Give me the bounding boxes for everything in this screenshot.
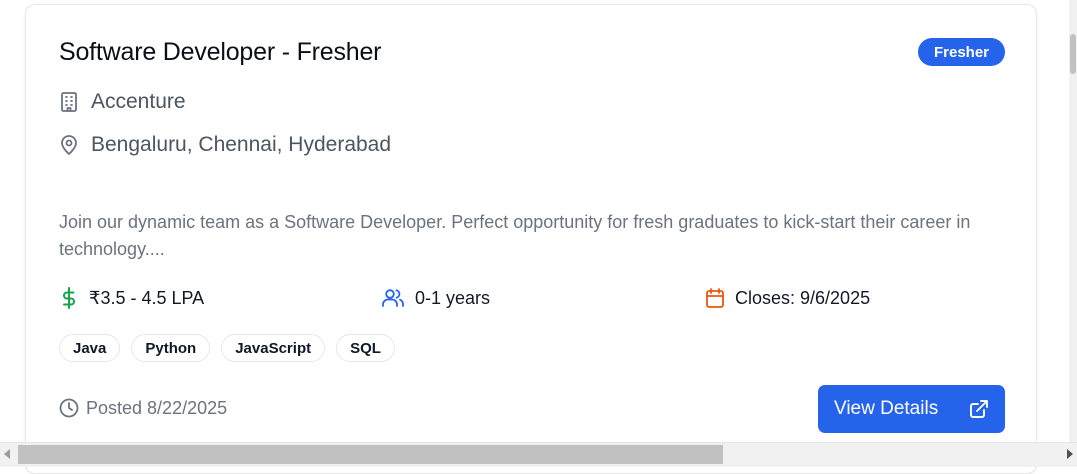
building-icon bbox=[59, 91, 79, 113]
external-link-icon bbox=[969, 399, 989, 419]
experience-info: 0-1 years bbox=[381, 285, 490, 311]
view-details-label: View Details bbox=[834, 398, 939, 419]
closing-date-text: Closes: 9/6/2025 bbox=[735, 287, 871, 308]
salary-text: ₹3.5 - 4.5 LPA bbox=[89, 287, 205, 308]
posted-date-text: Posted 8/22/2025 bbox=[86, 397, 228, 418]
skill-tag: Java bbox=[59, 334, 121, 362]
horizontal-scrollbar[interactable] bbox=[0, 442, 1077, 467]
posted-date-info: Posted 8/22/2025 bbox=[59, 395, 227, 421]
location-row: Bengaluru, Chennai, Hyderabad bbox=[59, 131, 391, 159]
salary-info: ₹3.5 - 4.5 LPA bbox=[59, 285, 204, 311]
horizontal-scrollbar-thumb[interactable] bbox=[18, 445, 723, 464]
dollar-icon bbox=[59, 287, 79, 309]
company-name: Accenture bbox=[91, 90, 186, 113]
scroll-left-arrow-icon[interactable] bbox=[4, 449, 10, 459]
job-title: Software Developer - Fresher bbox=[59, 38, 382, 66]
map-pin-icon bbox=[59, 134, 79, 156]
job-location: Bengaluru, Chennai, Hyderabad bbox=[91, 133, 392, 156]
view-details-button[interactable]: View Details bbox=[818, 385, 1005, 433]
vertical-scrollbar-thumb[interactable] bbox=[1070, 34, 1076, 74]
experience-text: 0-1 years bbox=[415, 287, 491, 308]
skills-list: Java Python JavaScript SQL bbox=[59, 334, 395, 362]
skill-tag: SQL bbox=[336, 334, 395, 362]
skill-tag: JavaScript bbox=[221, 334, 326, 362]
job-type-badge: Fresher bbox=[918, 38, 1005, 66]
closing-date-info: Closes: 9/6/2025 bbox=[705, 285, 870, 311]
job-description: Join our dynamic team as a Software Deve… bbox=[59, 212, 971, 259]
calendar-icon bbox=[705, 287, 725, 309]
skill-tag: Python bbox=[131, 334, 211, 362]
vertical-scrollbar[interactable] bbox=[1069, 0, 1077, 442]
clock-icon bbox=[59, 398, 79, 418]
scroll-right-arrow-icon[interactable] bbox=[1067, 449, 1073, 459]
users-icon bbox=[381, 287, 405, 309]
company-row: Accenture bbox=[59, 88, 186, 116]
